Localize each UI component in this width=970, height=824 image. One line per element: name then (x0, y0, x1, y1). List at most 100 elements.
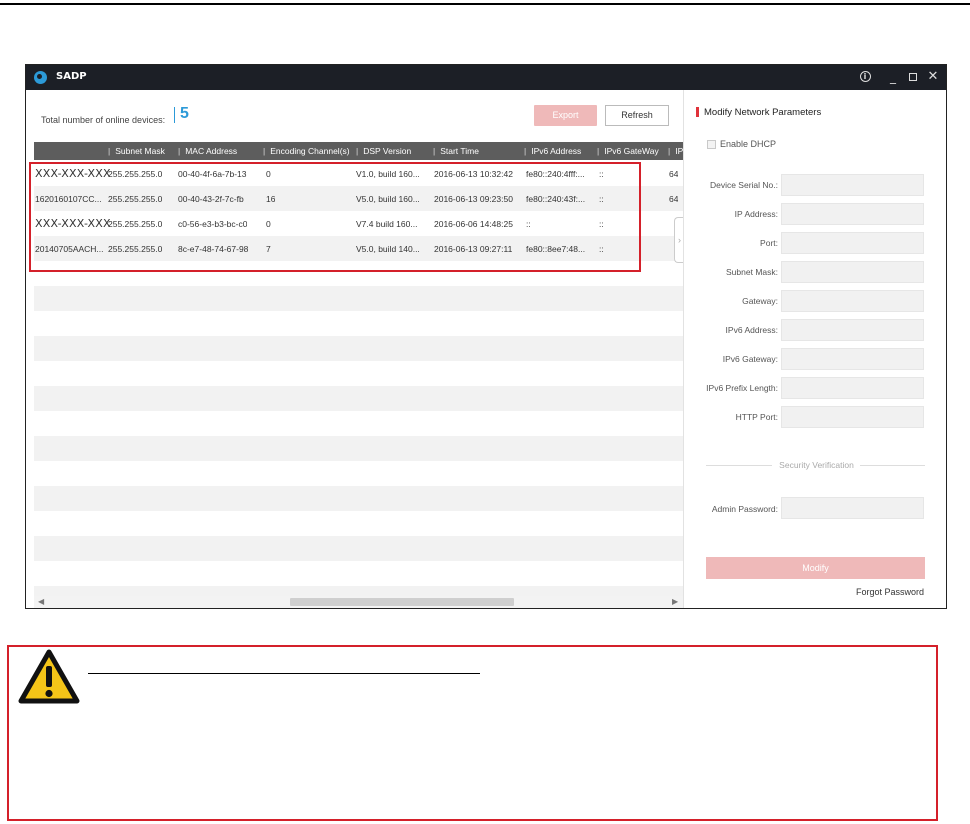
security-divider-right (860, 465, 925, 466)
device-id: 1620160107CC... (35, 194, 102, 204)
ipv6-gateway-label: IPv6 Gateway: (722, 354, 778, 364)
ipv6-gateway-field[interactable] (781, 348, 924, 370)
channels-cell: 0 (266, 219, 271, 229)
ipv6-address-label: IPv6 Address: (725, 325, 778, 335)
port-field[interactable] (781, 232, 924, 254)
close-icon[interactable]: ✕ (926, 69, 940, 85)
column-header-encoding-channels[interactable]: Encoding Channel(s) (263, 146, 349, 156)
subnet-mask-field[interactable] (781, 261, 924, 283)
empty-row (34, 461, 684, 486)
column-header-subnet-mask[interactable]: Subnet Mask (108, 146, 165, 156)
gateway-field[interactable] (781, 290, 924, 312)
empty-row (34, 261, 684, 286)
ipv6-gateway-cell: :: (599, 169, 604, 179)
ip-cell: 64 (669, 169, 679, 179)
gateway-label: Gateway: (742, 296, 778, 306)
channels-cell: 7 (266, 244, 271, 254)
device-serial-label: Device Serial No.: (709, 180, 778, 190)
subnet-mask-cell: 255.255.255.0 (108, 169, 163, 179)
ipv6-gateway-cell: :: (599, 194, 604, 204)
admin-password-field[interactable] (781, 497, 924, 519)
minimize-icon[interactable]: _ (886, 69, 900, 85)
http-port-label: HTTP Port: (735, 412, 778, 422)
restore-icon[interactable] (906, 69, 920, 85)
warning-triangle-icon (18, 649, 80, 704)
empty-row (34, 536, 684, 561)
mac-address-cell: 00-40-4f-6a-7b-13 (178, 169, 247, 179)
device-id: 20140705AACH... (35, 244, 104, 254)
info-icon[interactable]: i (858, 69, 872, 85)
ipv6-prefix-length-label: IPv6 Prefix Length: (706, 383, 778, 393)
table-row[interactable]: XXX-XXX-XXX 255.255.255.0 00-40-4f-6a-7b… (34, 161, 684, 186)
scrollbar-thumb[interactable] (290, 598, 514, 606)
device-id: XXX-XXX-XXX (35, 167, 111, 180)
ipv6-gateway-cell: :: (599, 219, 604, 229)
start-time-cell: 2016-06-13 09:27:11 (434, 244, 513, 254)
column-header-ip[interactable]: IP (668, 146, 683, 156)
page-top-rule (0, 3, 970, 5)
dsp-version-cell: V7.4 build 160... (356, 219, 418, 229)
dsp-version-cell: V1.0, build 160... (356, 169, 420, 179)
ip-cell: 64 (669, 194, 679, 204)
dsp-version-cell: V5.0, build 140... (356, 244, 420, 254)
modify-button[interactable]: Modify (706, 557, 925, 579)
column-header-dsp-version[interactable]: DSP Version (356, 146, 411, 156)
scroll-right-icon[interactable]: ▶ (672, 597, 678, 606)
ipv6-address-field[interactable] (781, 319, 924, 341)
channels-cell: 16 (266, 194, 276, 204)
empty-row (34, 361, 684, 386)
ipv6-prefix-length-field[interactable] (781, 377, 924, 399)
subnet-mask-label: Subnet Mask: (726, 267, 778, 277)
scroll-left-icon[interactable]: ◀ (38, 597, 44, 606)
ip-address-field[interactable] (781, 203, 924, 225)
subnet-mask-cell: 255.255.255.0 (108, 244, 163, 254)
refresh-button[interactable]: Refresh (605, 105, 669, 126)
table-row[interactable]: XXX-XXX-XXX 255.255.255.0 c0-56-e3-b3-bc… (34, 211, 684, 236)
device-table-header: Subnet Mask MAC Address Encoding Channel… (34, 142, 684, 160)
empty-row (34, 486, 684, 511)
http-port-field[interactable] (781, 406, 924, 428)
column-header-ipv6-address[interactable]: IPv6 Address (524, 146, 581, 156)
security-divider-left (706, 465, 772, 466)
online-devices-label: Total number of online devices: (41, 115, 166, 125)
column-header-mac-address[interactable]: MAC Address (178, 146, 237, 156)
device-serial-field[interactable] (781, 174, 924, 196)
horizontal-scrollbar[interactable]: ◀ ▶ (34, 596, 684, 608)
online-devices-count: 5 (180, 105, 189, 122)
empty-row (34, 511, 684, 536)
info-glyph: i (859, 71, 871, 82)
warning-box (7, 645, 938, 821)
app-title: SADP (56, 71, 87, 82)
count-divider (174, 107, 175, 123)
subnet-mask-cell: 255.255.255.0 (108, 219, 163, 229)
device-id: XXX-XXX-XXX (35, 217, 111, 230)
sadp-window: SADP i _ ✕ Total number of online device… (25, 64, 947, 609)
modify-network-panel: Modify Network Parameters Enable DHCP De… (683, 90, 946, 608)
device-table-body: XXX-XXX-XXX 255.255.255.0 00-40-4f-6a-7b… (34, 161, 684, 608)
table-row[interactable]: 1620160107CC... 255.255.255.0 00-40-43-2… (34, 186, 684, 211)
enable-dhcp-checkbox[interactable] (707, 140, 716, 149)
empty-row (34, 386, 684, 411)
admin-password-label: Admin Password: (711, 504, 778, 514)
subnet-mask-cell: 255.255.255.0 (108, 194, 163, 204)
channels-cell: 0 (266, 169, 271, 179)
empty-row (34, 411, 684, 436)
column-header-start-time[interactable]: Start Time (433, 146, 479, 156)
empty-row (34, 286, 684, 311)
security-verification-label: Security Verification (779, 460, 854, 470)
export-button[interactable]: Export (534, 105, 597, 126)
table-row[interactable]: 20140705AACH... 255.255.255.0 8c-e7-48-7… (34, 236, 684, 261)
ipv6-address-cell: fe80::8ee7:48... (526, 244, 586, 254)
ip-address-label: IP Address: (734, 209, 778, 219)
ipv6-address-cell: :: (526, 219, 531, 229)
forgot-password-link[interactable]: Forgot Password (804, 587, 924, 597)
column-header-ipv6-gateway[interactable]: IPv6 GateWay (597, 146, 658, 156)
start-time-cell: 2016-06-06 14:48:25 (434, 219, 513, 229)
empty-row (34, 336, 684, 361)
dsp-version-cell: V5.0, build 160... (356, 194, 420, 204)
start-time-cell: 2016-06-13 09:23:50 (434, 194, 513, 204)
mac-address-cell: 8c-e7-48-74-67-98 (178, 244, 249, 254)
start-time-cell: 2016-06-13 10:32:42 (434, 169, 513, 179)
empty-row (34, 561, 684, 586)
title-bar: SADP i _ ✕ (26, 65, 946, 90)
